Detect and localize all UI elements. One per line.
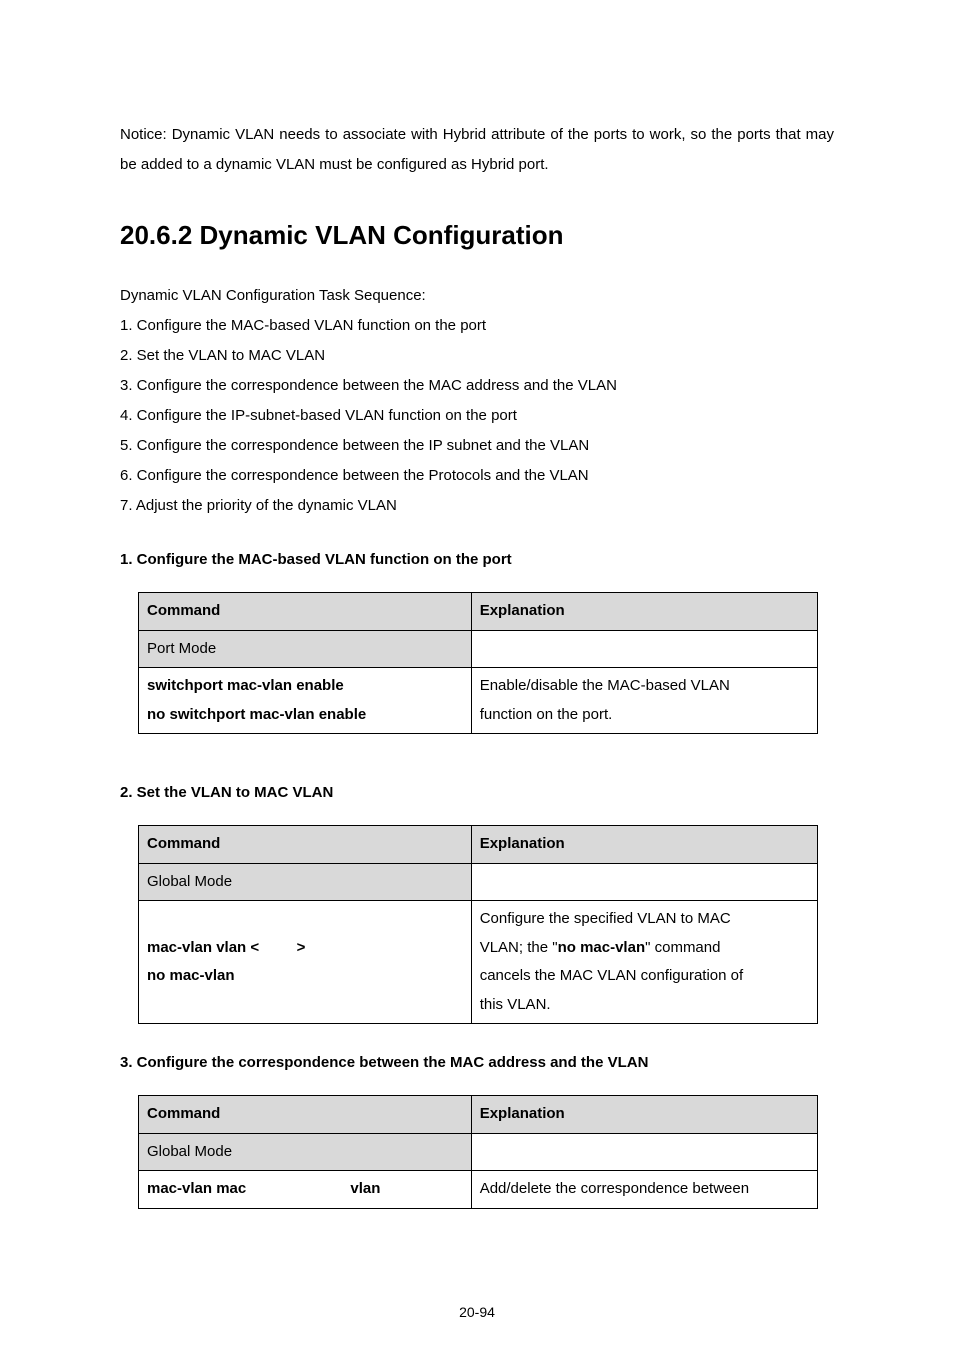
exp-bold: no mac-vlan bbox=[558, 939, 646, 956]
task-item: 4. Configure the IP-subnet-based VLAN fu… bbox=[120, 401, 834, 431]
intro-paragraph: Notice: Dynamic VLAN needs to associate … bbox=[120, 120, 834, 180]
table-header-exp: Explanation bbox=[471, 826, 817, 864]
task-sequence-lead: Dynamic VLAN Configuration Task Sequence… bbox=[120, 281, 834, 311]
cmd-text: no mac-vlan bbox=[147, 967, 235, 984]
exp-text: Configure the specified VLAN to MAC bbox=[480, 910, 731, 927]
table-header-exp: Explanation bbox=[471, 593, 817, 631]
cmd-text: > bbox=[297, 939, 306, 956]
cmd-text: mac-vlan vlan < bbox=[147, 939, 259, 956]
table-mode: Global Mode bbox=[139, 863, 472, 901]
table-exp-cell: Enable/disable the MAC-based VLAN functi… bbox=[471, 668, 817, 734]
page-number: 20-94 bbox=[0, 1304, 954, 1320]
table-mode: Global Mode bbox=[139, 1133, 472, 1171]
table-header-cmd: Command bbox=[139, 593, 472, 631]
step1-title: 1. Configure the MAC-based VLAN function… bbox=[120, 551, 834, 568]
table-step2: Command Explanation Global Mode mac-vlan… bbox=[138, 825, 818, 1024]
exp-text: Add/delete the correspondence between bbox=[480, 1180, 749, 1197]
cmd-text: mac-vlan mac bbox=[147, 1180, 246, 1197]
cmd-text: vlan bbox=[350, 1180, 380, 1197]
table-mode: Port Mode bbox=[139, 630, 472, 668]
table-step1: Command Explanation Port Mode switchport… bbox=[138, 592, 818, 734]
table-empty bbox=[471, 630, 817, 668]
exp-text: cancels the MAC VLAN configuration of bbox=[480, 967, 743, 984]
table-header-exp: Explanation bbox=[471, 1096, 817, 1134]
task-sequence: Dynamic VLAN Configuration Task Sequence… bbox=[120, 281, 834, 521]
exp-text: VLAN; the " bbox=[480, 939, 558, 956]
cmd-text: switchport mac-vlan enable bbox=[147, 677, 344, 694]
task-item: 3. Configure the correspondence between … bbox=[120, 371, 834, 401]
table-cmd-cell: mac-vlan mac vlan bbox=[139, 1171, 472, 1209]
task-item: 5. Configure the correspondence between … bbox=[120, 431, 834, 461]
exp-text: Enable/disable the MAC-based VLAN bbox=[480, 677, 730, 694]
table-header-cmd: Command bbox=[139, 826, 472, 864]
step3-title: 3. Configure the correspondence between … bbox=[120, 1054, 834, 1071]
cmd-text: no switchport mac-vlan enable bbox=[147, 706, 366, 723]
task-item: 7. Adjust the priority of the dynamic VL… bbox=[120, 491, 834, 521]
task-item: 1. Configure the MAC-based VLAN function… bbox=[120, 311, 834, 341]
table-empty bbox=[471, 1133, 817, 1171]
table-exp-cell: Configure the specified VLAN to MAC VLAN… bbox=[471, 901, 817, 1024]
table-step3: Command Explanation Global Mode mac-vlan… bbox=[138, 1095, 818, 1209]
task-item: 2. Set the VLAN to MAC VLAN bbox=[120, 341, 834, 371]
step2-title: 2. Set the VLAN to MAC VLAN bbox=[120, 784, 834, 801]
table-header-cmd: Command bbox=[139, 1096, 472, 1134]
task-item: 6. Configure the correspondence between … bbox=[120, 461, 834, 491]
section-heading: 20.6.2 Dynamic VLAN Configuration bbox=[120, 220, 834, 251]
table-empty bbox=[471, 863, 817, 901]
table-cmd-cell: mac-vlan vlan < > no mac-vlan bbox=[139, 901, 472, 1024]
exp-text: this VLAN. bbox=[480, 996, 551, 1013]
intro-text: Notice: Dynamic VLAN needs to associate … bbox=[120, 120, 834, 180]
exp-text: " command bbox=[645, 939, 720, 956]
table-cmd-cell: switchport mac-vlan enable no switchport… bbox=[139, 668, 472, 734]
exp-text: function on the port. bbox=[480, 706, 613, 723]
table-exp-cell: Add/delete the correspondence between bbox=[471, 1171, 817, 1209]
